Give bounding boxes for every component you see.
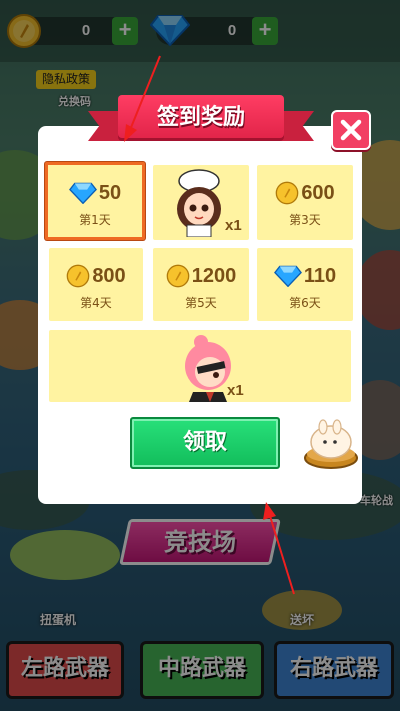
reward-day-label: 第1天: [79, 213, 111, 227]
reward-day-7[interactable]: x1: [49, 330, 351, 402]
reward-quantity: x1: [225, 217, 242, 234]
diamond-icon: [273, 265, 302, 287]
gold-coin-icon: [66, 264, 90, 288]
diamond-icon: [68, 182, 97, 204]
reward-quantity: x1: [227, 382, 244, 399]
close-button[interactable]: [331, 110, 371, 150]
reward-value: 1200: [191, 264, 237, 287]
reward-value: 110: [303, 264, 337, 287]
reward-day-label: 第6天: [289, 296, 321, 310]
reward-value: 600: [301, 181, 335, 204]
steamed-bun-icon: [304, 419, 358, 469]
gold-coin-icon: [166, 264, 190, 288]
reward-day-label: 第4天: [80, 296, 112, 310]
reward-day-4[interactable]: 800 第4天: [49, 248, 143, 321]
reward-day-label: 第3天: [289, 213, 321, 227]
reward-day-3[interactable]: 600 第3天: [257, 165, 353, 240]
reward-day-label: 第5天: [185, 296, 217, 310]
close-icon: [340, 119, 362, 141]
reward-value: 50: [98, 181, 122, 204]
reward-day-6[interactable]: 110 第6天: [257, 248, 353, 321]
reward-day-5[interactable]: 1200 第5天: [153, 248, 249, 321]
claim-button[interactable]: 领取: [130, 417, 280, 469]
reward-day-2[interactable]: x1: [153, 165, 249, 240]
reward-day-1[interactable]: 50 第1天: [45, 162, 145, 240]
reward-value: 800: [92, 264, 126, 287]
dialog-title: 签到奖励: [118, 95, 284, 141]
gold-coin-icon: [275, 181, 299, 205]
chef-girl-character-icon: [177, 169, 221, 237]
dialog-title-ribbon: 签到奖励: [88, 95, 314, 145]
